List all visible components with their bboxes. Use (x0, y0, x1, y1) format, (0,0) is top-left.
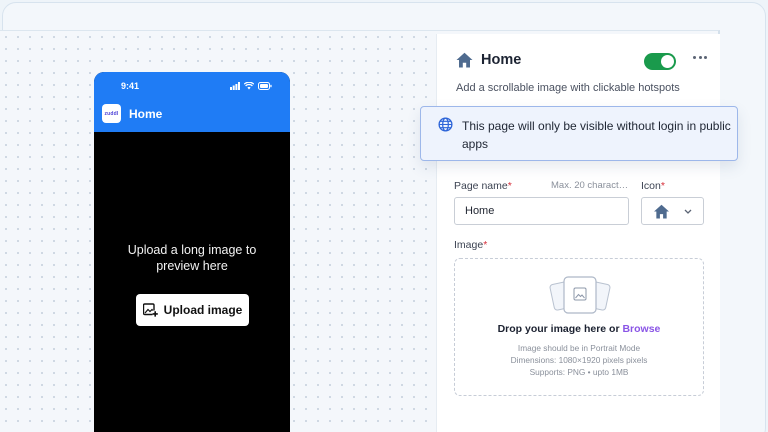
status-time: 9:41 (121, 81, 140, 91)
required-mark: * (660, 180, 665, 192)
drop-text: Drop your image here or (497, 323, 623, 335)
more-options-icon[interactable] (693, 56, 707, 59)
image-label-text: Image (454, 239, 484, 251)
dropzone-requirement-format: Supports: PNG • upto 1MB (529, 367, 629, 377)
panel-description: Add a scrollable image with clickable ho… (456, 82, 680, 94)
add-image-icon (142, 303, 158, 317)
required-mark: * (483, 239, 488, 251)
icon-label: Icon* (641, 180, 665, 192)
chevron-down-icon (684, 209, 692, 214)
upload-image-button[interactable]: Upload image (136, 294, 249, 326)
page-visible-toggle[interactable] (644, 53, 676, 70)
home-icon (654, 204, 669, 219)
image-label: Image* (454, 239, 487, 251)
wifi-icon (244, 82, 254, 90)
phone-appbar: zuddl Home (102, 104, 162, 123)
page-name-input[interactable]: Home (454, 197, 629, 225)
dropzone-title: Drop your image here or Browse (455, 323, 703, 335)
page-name-label: Page name* (454, 180, 512, 192)
signal-icon (230, 82, 240, 90)
globe-icon (438, 117, 453, 132)
app-logo: zuddl (102, 104, 121, 123)
upload-hint: Upload a long image to preview here (127, 243, 257, 273)
home-icon (456, 52, 473, 68)
battery-icon (258, 82, 272, 90)
panel-title: Home (481, 52, 522, 68)
icon-select[interactable] (641, 197, 704, 225)
image-dropzone[interactable]: Drop your image here or Browse Image sho… (454, 258, 704, 396)
callout-text: This page will only be visible without l… (462, 119, 731, 151)
panel-header: Home (456, 52, 521, 68)
toggle-knob (661, 55, 674, 68)
phone-body: Upload a long image to preview here Uplo… (94, 132, 290, 432)
phone-header: 9:41 zuddl Home (94, 72, 290, 132)
dropzone-requirement-dimensions: Dimensions: 1080×1920 pixels pixels (510, 355, 648, 365)
browse-link[interactable]: Browse (622, 323, 660, 335)
app-title: Home (129, 106, 163, 121)
status-icons (230, 82, 272, 90)
required-mark: * (507, 180, 512, 192)
dropzone-requirement-orientation: Image should be in Portrait Mode (517, 343, 641, 353)
page-name-label-text: Page name (454, 180, 508, 192)
visibility-callout: This page will only be visible without l… (420, 106, 738, 161)
upload-image-label: Upload image (163, 303, 243, 317)
page-name-limit-hint: Max. 20 charact… (551, 180, 629, 191)
icon-label-text: Icon (641, 180, 661, 192)
image-stack-icon (549, 276, 611, 314)
phone-preview: 9:41 zuddl Home Upload a long image to p… (94, 72, 290, 432)
